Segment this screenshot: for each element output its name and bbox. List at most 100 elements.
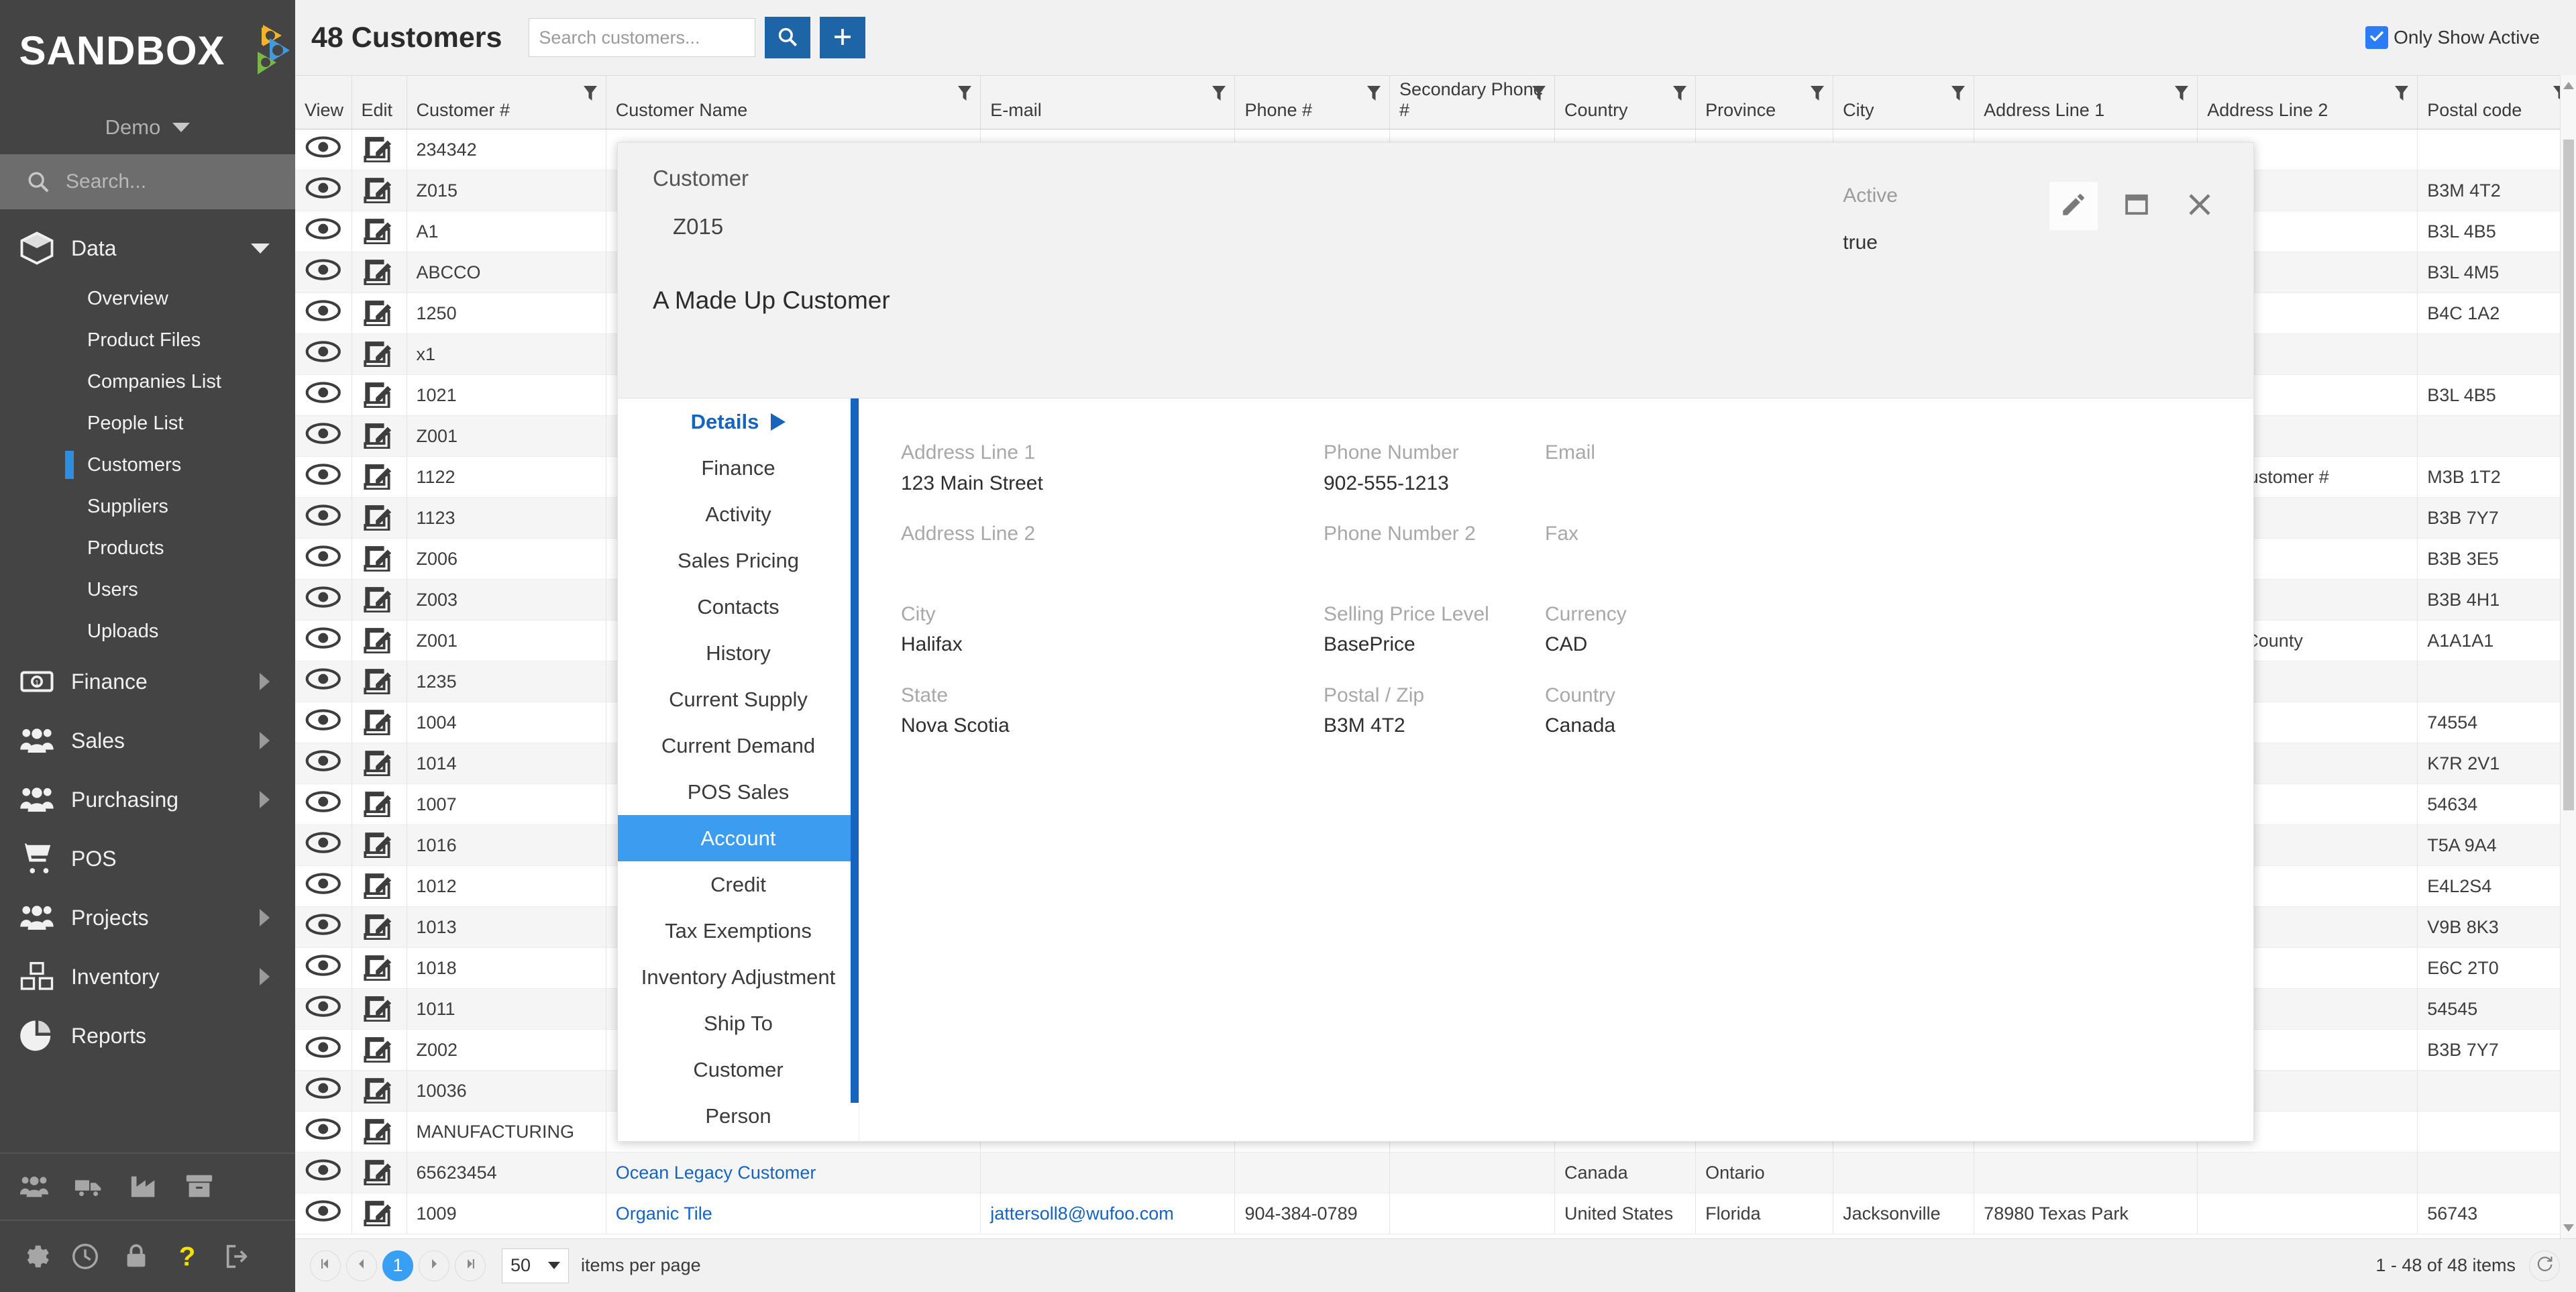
column-header-postal-code[interactable]: Postal code	[2417, 75, 2576, 129]
scrollbar-thumb[interactable]	[2563, 140, 2574, 810]
sidebar-group-purchasing[interactable]: Purchasing	[0, 770, 295, 829]
lock-icon[interactable]	[121, 1241, 152, 1272]
page-1-button[interactable]: 1	[382, 1250, 413, 1281]
modal-tab-details[interactable]: Details	[618, 398, 859, 445]
filter-funnel-icon[interactable]	[2174, 85, 2189, 103]
edit-cell[interactable]	[352, 292, 407, 334]
column-header-secondary-phone[interactable]: Secondary Phone #	[1389, 75, 1556, 129]
modal-tab-customer[interactable]: Customer	[618, 1046, 859, 1093]
view-cell[interactable]	[295, 538, 352, 580]
view-cell[interactable]	[295, 579, 352, 621]
eye-icon[interactable]	[305, 259, 342, 290]
filter-funnel-icon[interactable]	[583, 85, 598, 103]
view-cell[interactable]	[295, 1152, 352, 1193]
sidebar-group-inventory[interactable]: Inventory	[0, 947, 295, 1006]
scroll-up-arrow-icon[interactable]	[2563, 82, 2574, 89]
sidebar-item-product-files[interactable]: Product Files	[0, 319, 295, 361]
modal-tab-contacts[interactable]: Contacts	[618, 584, 859, 630]
view-cell[interactable]	[295, 456, 352, 498]
view-cell[interactable]	[295, 292, 352, 334]
sidebar-item-products[interactable]: Products	[0, 527, 295, 569]
first-page-button[interactable]	[310, 1250, 341, 1281]
table-row[interactable]: 1009 Organic Tile jattersoll8@wufoo.com 904…	[295, 1193, 2576, 1234]
sidebar-group-data[interactable]: Data	[0, 219, 295, 278]
eye-icon[interactable]	[305, 955, 342, 986]
edit-pencil-icon[interactable]	[362, 300, 397, 330]
sidebar-item-suppliers[interactable]: Suppliers	[0, 486, 295, 527]
view-cell[interactable]	[295, 497, 352, 539]
edit-pencil-icon[interactable]	[362, 586, 397, 616]
edit-cell[interactable]	[352, 1193, 407, 1234]
sidebar-search[interactable]	[0, 154, 295, 209]
edit-cell[interactable]	[352, 538, 407, 580]
view-cell[interactable]	[295, 129, 352, 170]
eye-icon[interactable]	[305, 995, 342, 1027]
edit-pencil-icon[interactable]	[362, 627, 397, 657]
column-header-address-line-2[interactable]: Address Line 2	[2197, 75, 2418, 129]
edit-pencil-icon[interactable]	[362, 423, 397, 453]
modal-tab-inventory-adjustment[interactable]: Inventory Adjustment	[618, 954, 859, 1000]
table-vertical-scrollbar[interactable]	[2560, 75, 2576, 1238]
edit-cell[interactable]	[352, 702, 407, 743]
column-header-customer-number[interactable]: Customer #	[407, 75, 606, 129]
column-header-city[interactable]: City	[1833, 75, 1975, 129]
archive-box-icon[interactable]	[184, 1171, 215, 1202]
view-cell[interactable]	[295, 743, 352, 784]
edit-cell[interactable]	[352, 374, 407, 416]
view-cell[interactable]	[295, 906, 352, 948]
edit-pencil-icon[interactable]	[362, 995, 397, 1026]
edit-pencil-icon[interactable]	[362, 873, 397, 903]
edit-cell[interactable]	[352, 906, 407, 948]
modal-tab-current-demand[interactable]: Current Demand	[618, 722, 859, 769]
view-cell[interactable]	[295, 333, 352, 375]
question-mark-icon[interactable]: ?	[172, 1241, 203, 1272]
edit-cell[interactable]	[352, 661, 407, 702]
next-page-button[interactable]	[419, 1250, 449, 1281]
view-cell[interactable]	[295, 1193, 352, 1234]
edit-cell[interactable]	[352, 1152, 407, 1193]
search-input[interactable]	[529, 18, 756, 57]
eye-icon[interactable]	[305, 464, 342, 495]
prev-page-button[interactable]	[346, 1250, 377, 1281]
eye-icon[interactable]	[305, 709, 342, 741]
view-cell[interactable]	[295, 702, 352, 743]
modal-tab-credit[interactable]: Credit	[618, 861, 859, 908]
view-cell[interactable]	[295, 170, 352, 211]
modal-tab-finance[interactable]: Finance	[618, 445, 859, 491]
column-header-address-line-1[interactable]: Address Line 1	[1974, 75, 2198, 129]
modal-tab-history[interactable]: History	[618, 630, 859, 676]
column-header-country[interactable]: Country	[1554, 75, 1697, 129]
view-cell[interactable]	[295, 1111, 352, 1152]
edit-cell[interactable]	[352, 456, 407, 498]
eye-icon[interactable]	[305, 218, 342, 250]
modal-tab-pos-sales[interactable]: POS Sales	[618, 769, 859, 815]
org-selector[interactable]: Demo	[0, 101, 295, 154]
view-cell[interactable]	[295, 988, 352, 1030]
eye-icon[interactable]	[305, 545, 342, 577]
edit-cell[interactable]	[352, 579, 407, 621]
modal-tab-account[interactable]: Account	[618, 815, 859, 861]
edit-pencil-icon[interactable]	[362, 1036, 397, 1067]
edit-pencil-icon[interactable]	[362, 791, 397, 821]
filter-funnel-icon[interactable]	[1672, 85, 1687, 103]
eye-icon[interactable]	[305, 791, 342, 822]
filter-funnel-icon[interactable]	[1212, 85, 1226, 103]
column-header-province[interactable]: Province	[1695, 75, 1834, 129]
eye-icon[interactable]	[305, 668, 342, 700]
edit-pencil-icon[interactable]	[362, 750, 397, 780]
customer-name-link[interactable]: Organic Tile	[616, 1203, 712, 1224]
modal-tab-tax-exemptions[interactable]: Tax Exemptions	[618, 908, 859, 954]
email-link[interactable]: jattersoll8@wufoo.com	[990, 1203, 1174, 1224]
view-cell[interactable]	[295, 211, 352, 252]
view-cell[interactable]	[295, 620, 352, 661]
brand-logo[interactable]: SANDBOX	[0, 0, 295, 101]
edit-pencil-icon[interactable]	[362, 668, 397, 698]
edit-cell[interactable]	[352, 947, 407, 989]
last-page-button[interactable]	[455, 1250, 486, 1281]
filter-funnel-icon[interactable]	[1810, 85, 1825, 103]
sidebar-group-reports[interactable]: Reports	[0, 1006, 295, 1065]
modal-tab-person[interactable]: Person	[618, 1093, 859, 1139]
eye-icon[interactable]	[305, 136, 342, 168]
only-show-active-toggle[interactable]: Only Show Active	[2365, 26, 2540, 49]
filter-funnel-icon[interactable]	[1951, 85, 1966, 103]
